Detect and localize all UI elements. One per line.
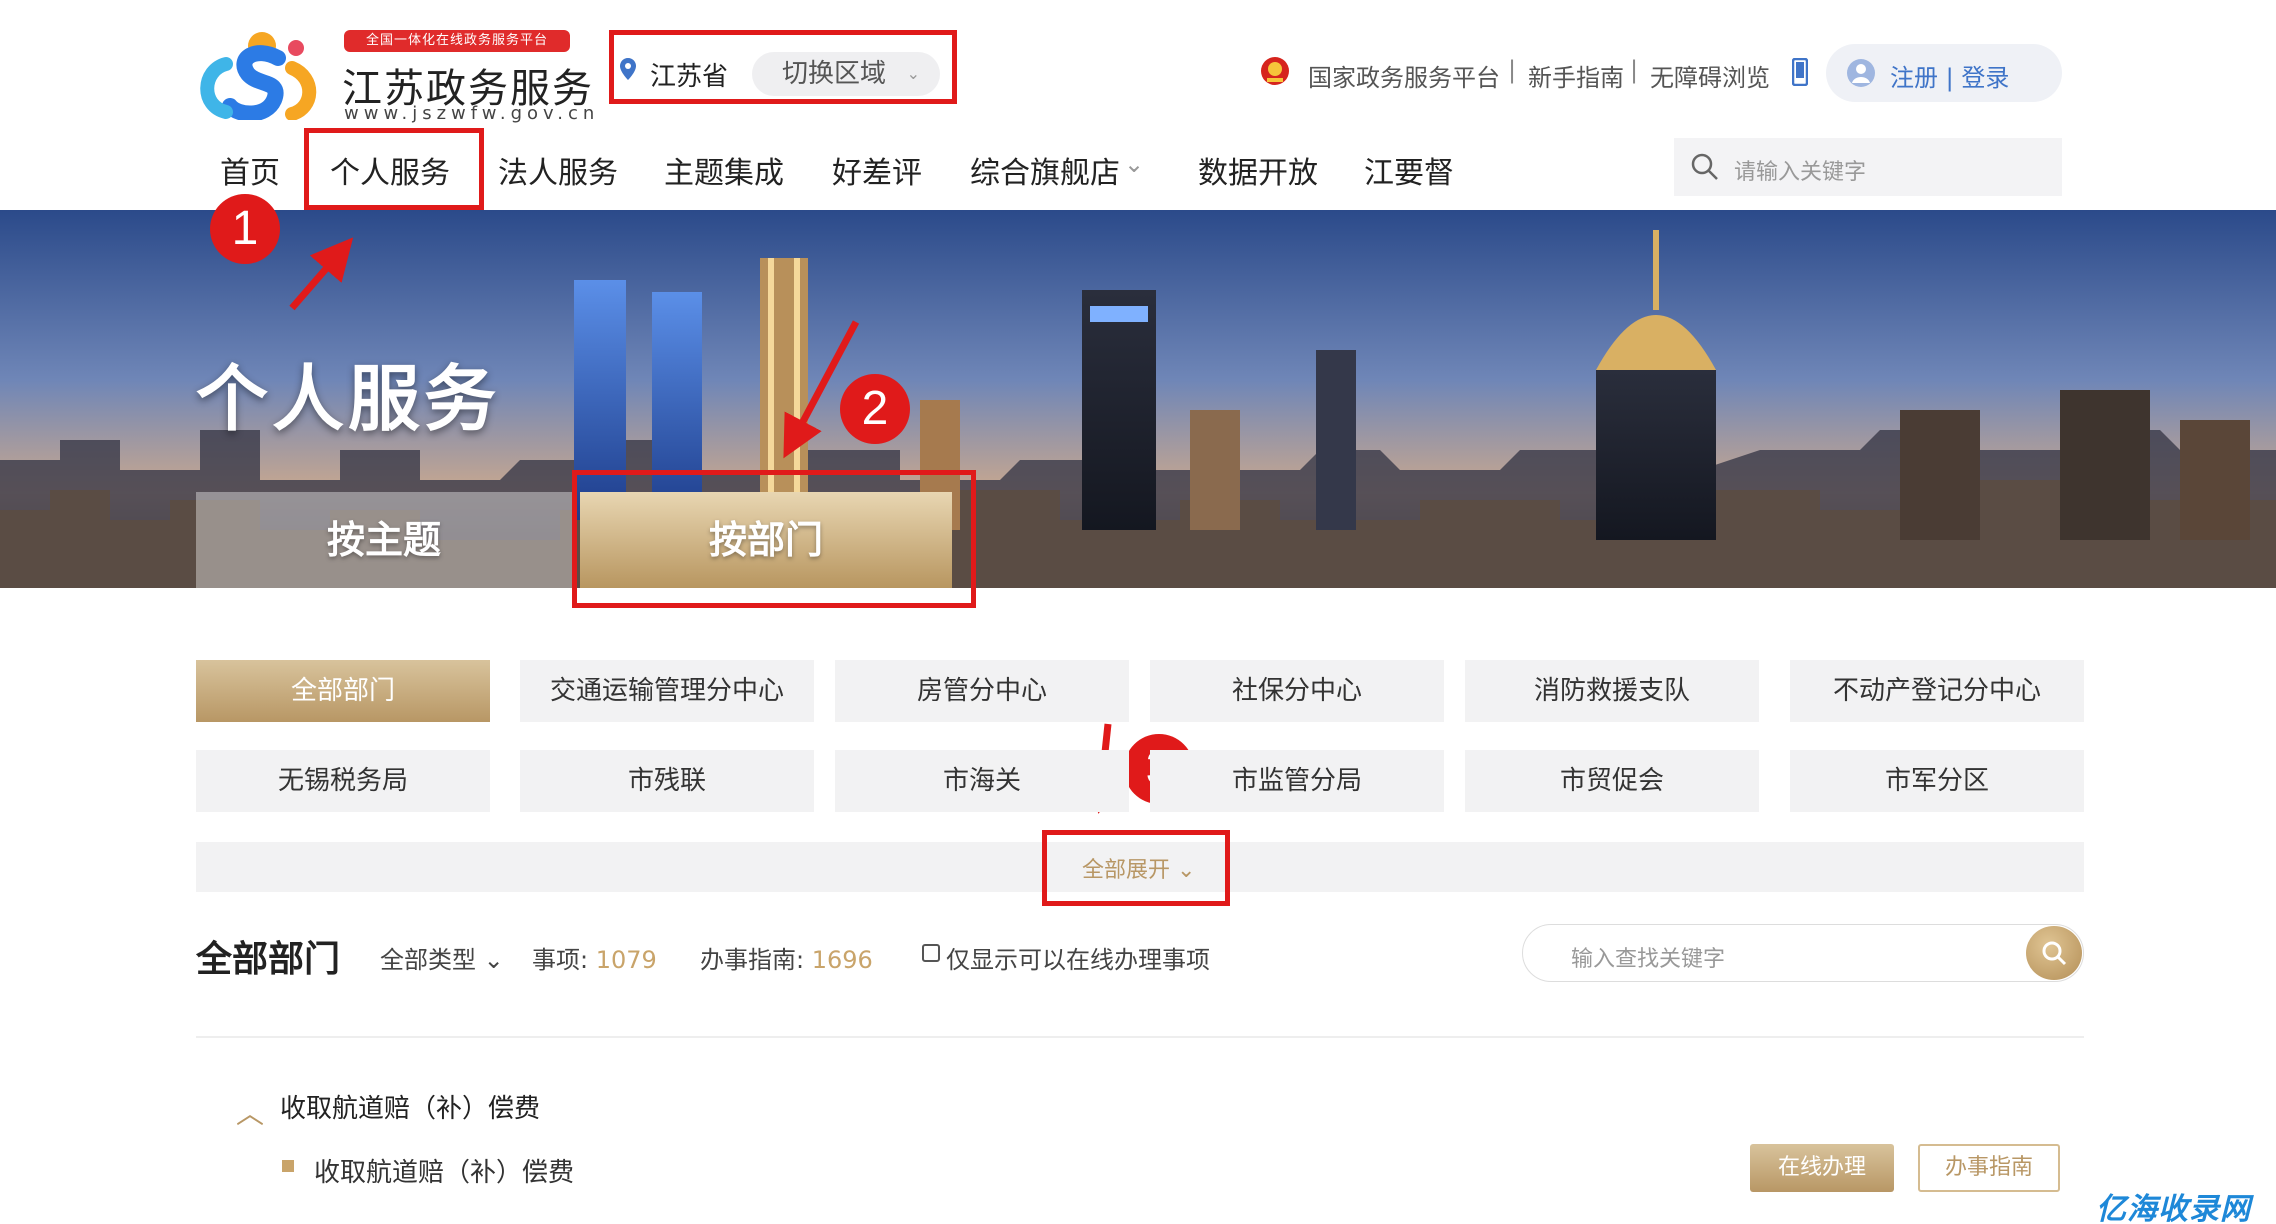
dept-trade-promotion[interactable]: 市贸促会 — [1465, 750, 1759, 812]
dept-transport[interactable]: 交通运输管理分中心 — [520, 660, 814, 722]
item-count-label: 事项: — [532, 946, 589, 974]
search-icon — [2042, 941, 2067, 966]
dept-military[interactable]: 市军分区 — [1790, 750, 2084, 812]
expand-highlight-box — [1042, 830, 1230, 906]
section-title: 全部部门 — [196, 939, 341, 980]
dept-customs[interactable]: 市海关 — [835, 750, 1129, 812]
annotation-2: 2 — [840, 374, 910, 444]
item-count: 事项: 1079 — [532, 940, 657, 975]
type-filter-label: 全部类型 — [380, 946, 476, 974]
online-only-label: 仅显示可以在线办理事项 — [946, 946, 1210, 974]
dept-all[interactable]: 全部部门 — [196, 660, 490, 722]
dept-market-supervision[interactable]: 市监管分局 — [1150, 750, 1444, 812]
department-search-placeholder: 输入查找关键字 — [1571, 947, 1726, 972]
annotation-1: 1 — [210, 194, 280, 264]
service-item-title[interactable]: 收取航道赔（补）偿费 — [314, 1152, 574, 1189]
divider — [196, 1036, 2084, 1038]
annotation-arrows — [289, 237, 1124, 814]
dept-social-security[interactable]: 社保分中心 — [1150, 660, 1444, 722]
dept-housing[interactable]: 房管分中心 — [835, 660, 1129, 722]
bullet-icon — [282, 1160, 294, 1172]
dept-disabled-federation[interactable]: 市残联 — [520, 750, 814, 812]
online-only-checkbox[interactable] — [922, 944, 940, 962]
online-apply-button[interactable]: 在线办理 — [1750, 1144, 1894, 1192]
dept-tax[interactable]: 无锡税务局 — [196, 750, 490, 812]
department-search-input[interactable]: 输入查找关键字 — [1522, 924, 2084, 982]
watermark: 亿海收录网 — [2096, 1192, 2251, 1224]
collapse-caret-icon[interactable]: ︿ — [236, 1092, 264, 1132]
dept-real-estate[interactable]: 不动产登记分中心 — [1790, 660, 2084, 722]
service-group-title[interactable]: 收取航道赔（补）偿费 — [280, 1088, 540, 1125]
guide-count-label: 办事指南: — [700, 946, 805, 974]
guide-count-value: 1696 — [811, 946, 873, 974]
guide-button[interactable]: 办事指南 — [1918, 1144, 2060, 1192]
search-button[interactable] — [2026, 926, 2082, 980]
guide-count: 办事指南: 1696 — [700, 940, 873, 975]
item-count-value: 1079 — [595, 946, 657, 974]
dept-fire-rescue[interactable]: 消防救援支队 — [1465, 660, 1759, 722]
chevron-down-icon: ⌄ — [483, 946, 504, 974]
type-filter-dropdown[interactable]: 全部类型 ⌄ — [380, 940, 504, 975]
